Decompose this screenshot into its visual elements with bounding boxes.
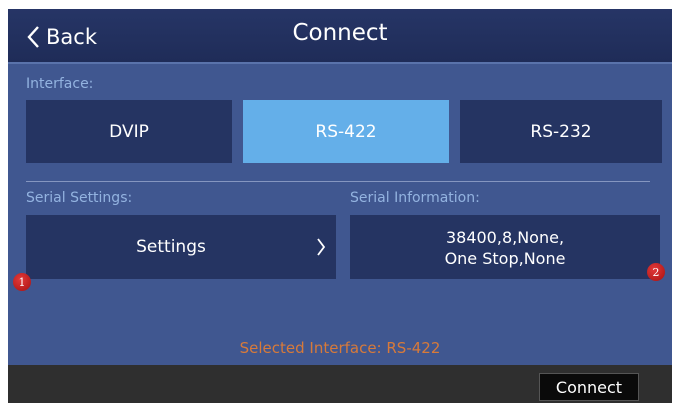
serial-information-label: Serial Information:: [350, 190, 480, 206]
serial-info-line-2: One Stop,None: [444, 249, 566, 268]
interface-label: Interface:: [26, 76, 94, 92]
connect-screen: Back Connect Interface: DVIP RS-422 RS-2…: [8, 9, 672, 403]
connect-button[interactable]: Connect: [539, 373, 639, 401]
serial-settings-label: Serial Settings:: [26, 190, 133, 206]
annotation-marker-1: 1: [13, 273, 31, 291]
chevron-right-icon: [317, 238, 326, 256]
header-bar: Back Connect: [8, 9, 672, 62]
page-title: Connect: [292, 20, 388, 46]
interface-option-dvip[interactable]: DVIP: [26, 100, 232, 163]
serial-info-line-1: 38400,8,None,: [445, 228, 565, 247]
serial-information-display: 38400,8,None, One Stop,None: [350, 215, 660, 279]
footer-bar: Connect: [8, 365, 672, 403]
main-content: Interface: DVIP RS-422 RS-232 Serial Set…: [8, 62, 672, 367]
annotation-marker-2: 2: [647, 263, 665, 281]
interface-option-rs232[interactable]: RS-232: [460, 100, 662, 163]
settings-button[interactable]: Settings: [26, 215, 336, 279]
interface-option-rs422[interactable]: RS-422: [243, 100, 449, 163]
selected-interface-status: Selected Interface: RS-422: [239, 339, 441, 357]
settings-button-label: Settings: [136, 237, 206, 257]
section-divider: [26, 181, 650, 182]
